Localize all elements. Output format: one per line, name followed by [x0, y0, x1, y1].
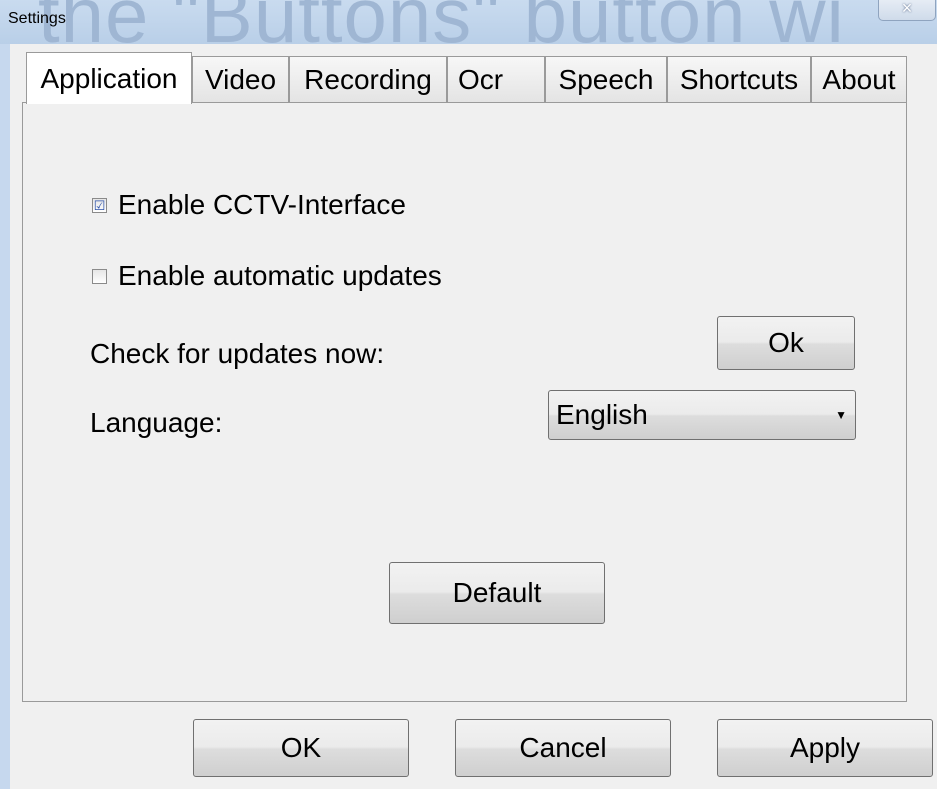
tab-speech[interactable]: Speech: [545, 56, 667, 102]
tab-ocr[interactable]: Ocr: [447, 56, 545, 102]
ok-button[interactable]: OK: [193, 719, 409, 777]
language-select[interactable]: English ▼: [548, 390, 856, 440]
cancel-button[interactable]: Cancel: [455, 719, 671, 777]
language-label: Language:: [90, 407, 223, 438]
title-bar: the "Buttons" button wi Settings ×: [0, 0, 937, 44]
default-button[interactable]: Default: [389, 562, 605, 624]
cctv-label: Enable CCTV-Interface: [118, 189, 406, 220]
cctv-checkbox[interactable]: ☑: [92, 198, 107, 213]
window-left-edge: [0, 44, 10, 789]
check-updates-label: Check for updates now:: [90, 338, 385, 369]
tab-about[interactable]: About: [811, 56, 907, 102]
auto-updates-checkbox[interactable]: [92, 269, 107, 284]
chevron-down-icon: ▼: [835, 408, 847, 422]
auto-updates-label: Enable automatic updates: [118, 260, 442, 291]
apply-button[interactable]: Apply: [717, 719, 933, 777]
tab-video[interactable]: Video: [192, 56, 289, 102]
close-button[interactable]: ×: [878, 0, 936, 21]
tab-shortcuts[interactable]: Shortcuts: [667, 56, 811, 102]
tab-panel-application: ☑ Enable CCTV-Interface Enable automatic…: [22, 102, 907, 702]
check-updates-ok-button[interactable]: Ok: [717, 316, 855, 370]
window-title: Settings: [8, 10, 66, 27]
tab-application[interactable]: Application: [26, 52, 192, 104]
close-icon: ×: [901, 0, 913, 18]
language-value: English: [556, 399, 648, 430]
background-window-text: the "Buttons" button wi: [38, 0, 845, 44]
tab-recording[interactable]: Recording: [289, 56, 447, 102]
